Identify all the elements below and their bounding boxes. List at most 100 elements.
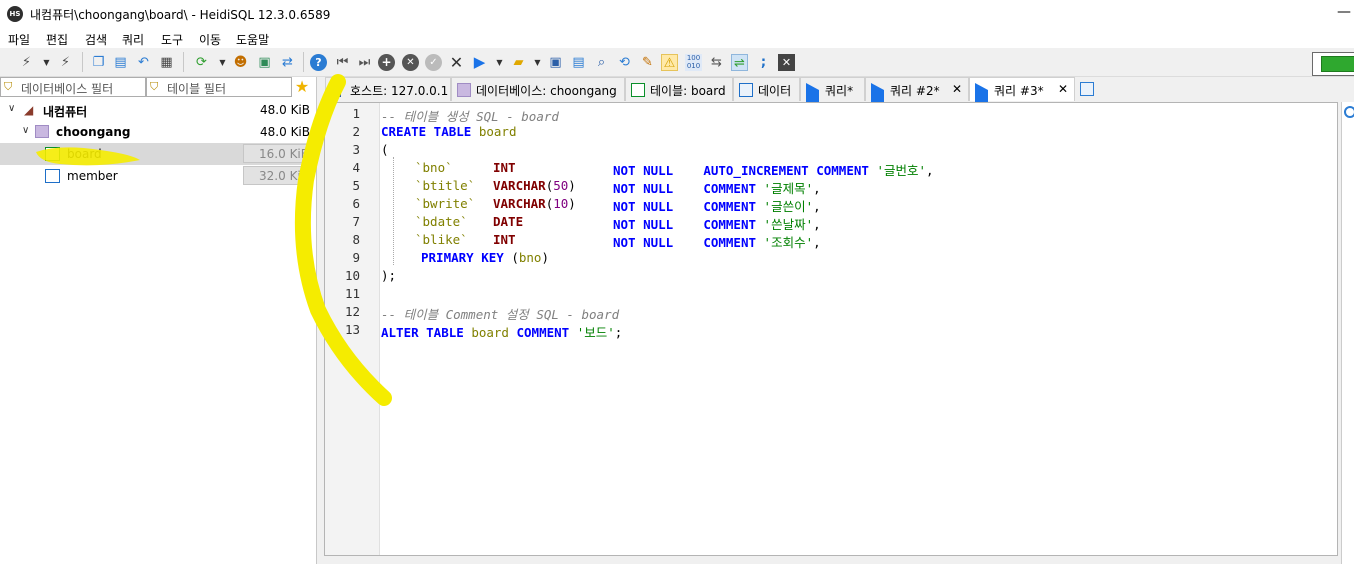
chevron-down-icon[interactable]: ∨ xyxy=(22,125,29,136)
disconnect-icon[interactable]: ⚡ xyxy=(57,54,74,71)
sync-icon[interactable]: ⇄ xyxy=(279,54,296,71)
menu-search[interactable]: 검색 xyxy=(85,31,107,48)
code-token: VARCHAR xyxy=(493,178,546,193)
delete-record-icon[interactable]: ✕ xyxy=(402,54,419,71)
tab-data[interactable]: 데이터 xyxy=(733,77,800,101)
copy-icon[interactable]: ❐ xyxy=(90,54,107,71)
paste-icon[interactable]: ▤ xyxy=(112,54,129,71)
code-token: COMMENT xyxy=(516,325,570,340)
tab-query-2[interactable]: 쿼리 #2* ✕ xyxy=(865,77,969,111)
add-record-icon[interactable]: + xyxy=(378,54,395,71)
chevron-down-icon[interactable]: ▼ xyxy=(495,54,504,71)
line-number: 6 xyxy=(352,196,360,211)
code-token: INT xyxy=(493,232,516,247)
warning-icon[interactable]: ⚠ xyxy=(661,54,678,71)
table-icon xyxy=(45,169,60,183)
export-icon[interactable]: ▣ xyxy=(256,54,273,71)
chevron-down-icon[interactable]: ▼ xyxy=(42,54,51,71)
clear-icon[interactable]: ✎ xyxy=(639,54,656,71)
save-as-icon[interactable]: ▤ xyxy=(570,54,587,71)
help-icon[interactable]: ? xyxy=(310,54,327,71)
right-side-panel xyxy=(1341,102,1354,564)
connect-icon[interactable]: ⚡ xyxy=(18,54,35,71)
menu-help[interactable]: 도움말 xyxy=(236,31,269,48)
code-token: board xyxy=(478,124,517,139)
code-line-4-rest: NOT NULL AUTO_INCREMENT COMMENT '글번호', xyxy=(613,163,934,178)
tab-database[interactable]: 데이터베이스: choongang xyxy=(451,77,625,101)
server-icon: ◢ xyxy=(24,103,34,117)
tab-query-2-label: 쿼리 #2* xyxy=(890,84,940,98)
database-filter-input[interactable]: ⛉ 데이터베이스 필터 xyxy=(0,77,146,97)
tab-host[interactable]: 호스트: 127.0.0.1 xyxy=(325,77,451,101)
table-filter-input[interactable]: ⛉ 테이블 필터 xyxy=(146,77,292,97)
code-token: INT xyxy=(493,160,516,175)
sql-editor[interactable]: 1 2 3 4 5 6 7 8 9 10 11 12 13 -- 테이블 생성 … xyxy=(324,102,1338,556)
close-icon[interactable]: ✕ xyxy=(1058,82,1068,96)
replace-icon[interactable]: ⟲ xyxy=(616,54,633,71)
menu-tools[interactable]: 도구 xyxy=(161,31,183,48)
tree-node-table-member[interactable]: member 32.0 KiB xyxy=(0,165,316,187)
tab-host-label: 호스트: 127.0.0.1 xyxy=(350,84,449,98)
open-file-icon[interactable]: ▰ xyxy=(510,54,527,71)
code-token: '글쓴이' xyxy=(763,199,814,214)
tab-query[interactable]: 쿼리* xyxy=(800,77,865,111)
first-record-icon[interactable]: ⏮ xyxy=(334,54,351,71)
tree-node-database[interactable]: ∨ choongang 48.0 KiB xyxy=(0,121,316,143)
tree-db-label: choongang xyxy=(56,125,131,139)
tab-query-3[interactable]: 쿼리 #3* ✕ xyxy=(969,77,1075,111)
tree-node-table-board[interactable]: board 16.0 KiB xyxy=(0,143,316,165)
menu-file[interactable]: 파일 xyxy=(8,31,30,48)
tree-node-root[interactable]: ∨ ◢ 내컴퓨터 48.0 KiB xyxy=(0,99,316,121)
tab-table[interactable]: 테이블: board xyxy=(625,77,733,101)
print-icon[interactable]: ▦ xyxy=(158,54,175,71)
user-manager-icon[interactable]: ☻ xyxy=(232,54,249,71)
toolbar-separator xyxy=(183,52,184,72)
table-size-bar: 16.0 KiB xyxy=(243,144,313,163)
code-line-4: `bno` xyxy=(415,160,453,175)
refresh-icon[interactable]: ⟳ xyxy=(193,54,210,71)
close-query-icon[interactable]: ✕ xyxy=(778,54,795,71)
find-icon[interactable]: ⌕ xyxy=(593,54,610,71)
chevron-down-icon[interactable]: ▼ xyxy=(533,54,542,71)
save-icon[interactable]: ▣ xyxy=(547,54,564,71)
undo-icon[interactable]: ↶ xyxy=(135,54,152,71)
code-line-7-type: DATE xyxy=(493,214,523,229)
chevron-down-icon[interactable]: ▼ xyxy=(218,54,227,71)
filter-icon: ⛉ xyxy=(4,80,13,93)
favorite-star-icon[interactable]: ★ xyxy=(291,77,313,97)
wrap-icon[interactable]: ⇆ xyxy=(708,54,725,71)
semicolon-icon[interactable]: ; xyxy=(755,54,772,71)
new-query-tab-button[interactable] xyxy=(1077,77,1099,101)
binary-icon[interactable]: 100 010 xyxy=(685,54,702,71)
run-query-icon[interactable]: ▶ xyxy=(471,54,488,71)
code-token: 50 xyxy=(553,178,569,193)
code-line-8: `blike` xyxy=(415,232,468,247)
code-line-6: `bwrite` xyxy=(415,196,475,211)
code-token: COMMENT xyxy=(703,217,757,232)
code-token: NOT NULL xyxy=(613,199,674,214)
autorefresh-icon[interactable]: ⇌ xyxy=(731,54,748,71)
chevron-down-icon[interactable]: ∨ xyxy=(8,103,15,114)
menu-edit[interactable]: 편집 xyxy=(46,31,68,48)
post-record-icon[interactable]: ✓ xyxy=(425,54,442,71)
tab-query-3-label: 쿼리 #3* xyxy=(994,84,1044,98)
toolbar-separator xyxy=(82,52,83,72)
code-line-4-type: INT xyxy=(493,160,516,175)
code-token: PRIMARY KEY xyxy=(421,250,504,265)
tab-table-label: 테이블: board xyxy=(650,84,726,98)
menu-go[interactable]: 이동 xyxy=(199,31,221,48)
table-icon xyxy=(631,83,645,97)
last-record-icon[interactable]: ⏭ xyxy=(356,54,373,71)
menu-query[interactable]: 쿼리 xyxy=(122,31,144,48)
tab-data-label: 데이터 xyxy=(758,84,792,98)
minimize-button[interactable]: — xyxy=(1334,4,1354,24)
search-icon[interactable] xyxy=(1344,106,1354,118)
code-token: NOT NULL xyxy=(613,181,674,196)
close-icon[interactable]: ✕ xyxy=(952,82,962,96)
code-token: COMMENT xyxy=(703,199,757,214)
cancel-icon[interactable]: ✕ xyxy=(448,54,465,71)
code-line-5: `btitle` xyxy=(415,178,475,193)
code-token: NOT NULL xyxy=(613,217,674,232)
code-token: ALTER TABLE xyxy=(381,325,464,340)
code-line-5-rest: NOT NULL COMMENT '글제목', xyxy=(613,181,821,196)
